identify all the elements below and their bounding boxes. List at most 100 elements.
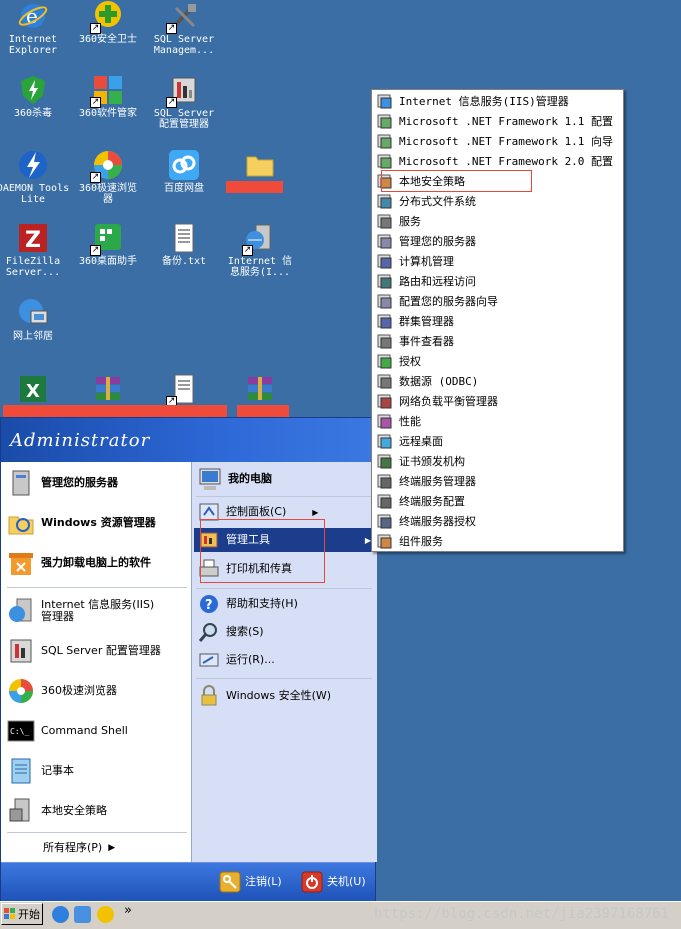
submenu-item[interactable]: 路由和远程访问: [374, 271, 621, 291]
desktop-icon-360-safe[interactable]: ↗ 360安全卫士: [69, 0, 147, 45]
uninstall-icon: [7, 549, 35, 577]
admin-tool-icon: [377, 533, 393, 549]
submenu-item-label: 路由和远程访问: [399, 275, 476, 288]
submenu-item[interactable]: Microsoft .NET Framework 1.1 配置: [374, 111, 621, 131]
user-name: Administrator: [10, 430, 151, 451]
submenu-item[interactable]: 分布式文件系统: [374, 191, 621, 211]
admin-tool-icon: [377, 313, 393, 329]
desktop-icon-excel[interactable]: X: [0, 373, 72, 407]
desktop-icon-winrar-2[interactable]: [221, 373, 299, 407]
shutdown-button[interactable]: 关机(U): [301, 870, 366, 894]
submenu-item[interactable]: 组件服务: [374, 531, 621, 551]
desktop-icon-winrar-1[interactable]: [69, 373, 147, 407]
desktop-icon-360-software-manager[interactable]: ↗ 360软件管家: [69, 74, 147, 119]
admin-tool-icon: [377, 153, 393, 169]
quicklaunch-chevron[interactable]: »: [124, 903, 132, 918]
desktop-icon-iis[interactable]: ↗ Internet 信 息服务(I...: [221, 222, 299, 278]
start-button[interactable]: 开始: [1, 903, 43, 925]
admin-tools[interactable]: 管理工具 ▶: [194, 528, 375, 552]
shortcut-arrow-icon: ↗: [90, 23, 101, 34]
printers-and-faxes[interactable]: 打印机和传真: [198, 556, 292, 582]
submenu-item-label: 群集管理器: [399, 315, 454, 328]
shortcut-arrow-icon: ↗: [166, 97, 177, 108]
submenu-item-label: 终端服务管理器: [399, 475, 476, 488]
submenu-item[interactable]: 配置您的服务器向导: [374, 291, 621, 311]
submenu-item[interactable]: 网络负载平衡管理器: [374, 391, 621, 411]
recent-360-browser[interactable]: 360极速浏览器: [7, 676, 117, 706]
sql-config-icon: [7, 637, 35, 665]
control-panel[interactable]: 控制面板(C) ▶: [198, 500, 318, 524]
desktop-icon-label: FileZilla Server...: [5, 256, 61, 278]
desktop-icon-internet-explorer[interactable]: e Internet Explorer: [0, 0, 72, 56]
desktop-icon-sql-server-config[interactable]: ↗ SQL Server 配置管理器: [145, 74, 223, 130]
submenu-item[interactable]: Microsoft .NET Framework 2.0 配置: [374, 151, 621, 171]
submenu-item[interactable]: 终端服务配置: [374, 491, 621, 511]
submenu-item[interactable]: 远程桌面: [374, 431, 621, 451]
help-and-support[interactable]: ? 帮助和支持(H): [198, 592, 298, 616]
recent-local-security-policy[interactable]: 本地安全策略: [7, 796, 107, 826]
desktop-icon-360-browser[interactable]: ↗ 360极速浏览 器: [69, 149, 147, 205]
desktop-icon-folder[interactable]: [221, 149, 299, 183]
recent-command-shell[interactable]: C:\_ Command Shell: [7, 716, 128, 746]
recent-notepad[interactable]: 记事本: [7, 756, 74, 786]
desktop-icon-backup-txt[interactable]: 备份.txt: [145, 222, 223, 267]
admin-tool-icon: [377, 413, 393, 429]
desktop-icon-text-file[interactable]: ↗: [145, 373, 223, 407]
desktop-icon-360-desktop[interactable]: ↗ 360桌面助手: [69, 222, 147, 267]
desktop-icon-360-antivirus[interactable]: 360杀毒: [0, 74, 72, 119]
admin-tool-icon: [377, 293, 393, 309]
quicklaunch-explorer-icon[interactable]: [74, 906, 91, 923]
logoff-button[interactable]: 注销(L): [219, 870, 282, 894]
admin-tool-icon: [377, 253, 393, 269]
desktop-icon-sql-server-management[interactable]: ↗ SQL Server Managem...: [145, 0, 223, 56]
submenu-item[interactable]: 服务: [374, 211, 621, 231]
desktop-icon-label: 备份.txt: [161, 256, 207, 267]
desktop-icon-filezilla[interactable]: Z FileZilla Server...: [0, 222, 72, 278]
admin-tool-icon: [377, 113, 393, 129]
submenu-item[interactable]: 计算机管理: [374, 251, 621, 271]
360-browser-icon: [7, 677, 35, 705]
recent-sql-config[interactable]: SQL Server 配置管理器: [7, 636, 161, 666]
pinned-uninstall-software[interactable]: 强力卸载电脑上的软件: [7, 548, 151, 578]
submenu-item[interactable]: 数据源 (ODBC): [374, 371, 621, 391]
admin-tool-icon: [377, 133, 393, 149]
desktop-icon-network-places[interactable]: 网上邻居: [0, 297, 72, 342]
submenu-item-label: 本地安全策略: [399, 175, 465, 188]
submenu-item[interactable]: 管理您的服务器: [374, 231, 621, 251]
quicklaunch-ie-icon[interactable]: [52, 906, 69, 923]
quicklaunch-360-icon[interactable]: [97, 906, 114, 923]
submenu-item[interactable]: 终端服务器授权: [374, 511, 621, 531]
desktop-icon-daemon-tools[interactable]: DAEMON Tools Lite: [0, 149, 72, 205]
submenu-item[interactable]: Microsoft .NET Framework 1.1 向导: [374, 131, 621, 151]
360-desktop-icon: ↗: [90, 222, 124, 256]
server-icon: [7, 469, 35, 497]
all-programs[interactable]: 所有程序(P) ▶: [43, 838, 115, 858]
submenu-item[interactable]: 终端服务管理器: [374, 471, 621, 491]
my-computer[interactable]: 我的电脑: [198, 464, 272, 494]
run-icon: [198, 649, 220, 671]
redaction-mark: [3, 405, 227, 417]
search[interactable]: 搜索(S): [198, 620, 264, 644]
desktop-icon-label: SQL Server Managem...: [153, 34, 215, 56]
submenu-item[interactable]: 证书颁发机构: [374, 451, 621, 471]
pinned-windows-explorer[interactable]: Windows 资源管理器: [7, 508, 156, 538]
run[interactable]: 运行(R)...: [198, 648, 275, 672]
desktop-icon-label: 360杀毒: [13, 108, 53, 119]
pinned-manage-server[interactable]: 管理您的服务器: [7, 468, 118, 498]
desktop-icon-label: Internet 信 息服务(I...: [227, 256, 293, 278]
watermark: https://blog.csdn.net/jia2397168761: [373, 906, 669, 922]
submenu-item[interactable]: 事件查看器: [374, 331, 621, 351]
submenu-item[interactable]: 性能: [374, 411, 621, 431]
submenu-item-label: 数据源 (ODBC): [399, 375, 479, 388]
360-antivirus-icon: [17, 74, 49, 106]
start-menu-right-pane: 我的电脑 控制面板(C) ▶ 管理工具 ▶ 打印机和传真 ? 帮助和支持(H) …: [191, 462, 377, 862]
submenu-item[interactable]: 本地安全策略: [374, 171, 621, 191]
desktop-icon-baidu-netdisk[interactable]: 百度网盘: [145, 149, 223, 194]
windows-security[interactable]: Windows 安全性(W): [198, 684, 331, 708]
arrow-right-icon: ▶: [108, 843, 116, 853]
recent-iis-manager[interactable]: Internet 信息服务(IIS) 管理器: [7, 596, 154, 626]
submenu-item[interactable]: Internet 信息服务(IIS)管理器: [374, 91, 621, 111]
submenu-item[interactable]: 授权: [374, 351, 621, 371]
submenu-item-label: Microsoft .NET Framework 2.0 配置: [399, 155, 614, 168]
submenu-item[interactable]: 群集管理器: [374, 311, 621, 331]
